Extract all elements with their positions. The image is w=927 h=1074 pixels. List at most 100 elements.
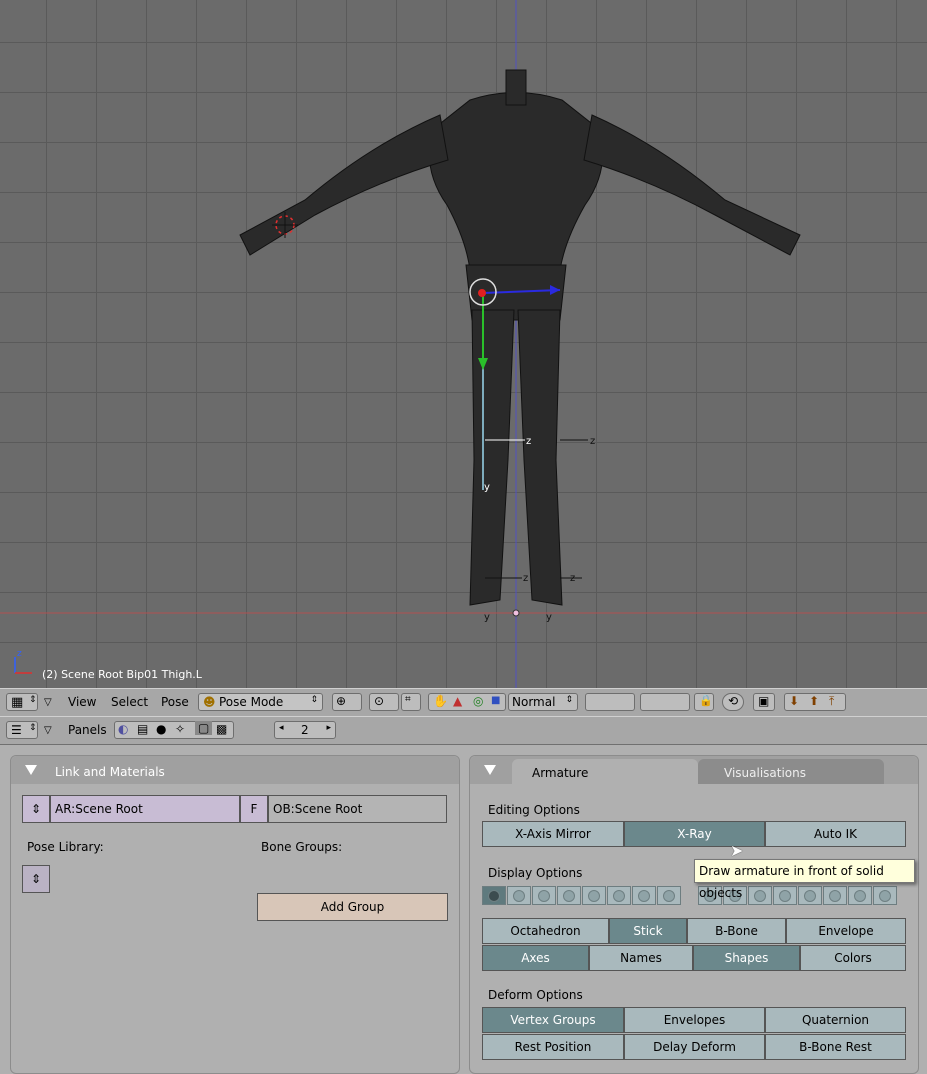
draw-octahedron-button[interactable]: Octahedron [482, 918, 609, 944]
lock-icon: 🔒 [699, 694, 713, 707]
editor-type-selector-buttons[interactable]: ☰ ⇕ [6, 721, 38, 739]
collapse-menu-icon[interactable]: ▽ [44, 721, 52, 740]
x-axis-mirror-button[interactable]: X-Axis Mirror [482, 821, 624, 847]
delay-deform-button[interactable]: Delay Deform [624, 1034, 765, 1060]
quaternion-button[interactable]: Quaternion [765, 1007, 906, 1033]
frame-value: 2 [301, 723, 309, 737]
object-name-field[interactable]: OB:Scene Root [268, 795, 447, 823]
layer-button[interactable] [532, 886, 556, 905]
tab-label: Armature [532, 766, 589, 780]
script-icon[interactable]: ▤ [137, 722, 148, 736]
scale-icon[interactable]: ◎ [473, 694, 483, 708]
menu-view[interactable]: View [68, 693, 96, 712]
pose-mode-icon: ☻ [203, 695, 216, 709]
axes-toggle[interactable]: Axes [482, 945, 589, 971]
object-icon[interactable]: ✧ [175, 722, 185, 736]
colors-toggle[interactable]: Colors [800, 945, 906, 971]
collapse-triangle-icon[interactable] [25, 765, 37, 775]
rest-position-button[interactable]: Rest Position [482, 1034, 624, 1060]
fake-user-button[interactable]: F [240, 795, 268, 823]
updown-icon: ⇕ [565, 695, 573, 705]
layer-button[interactable] [632, 886, 656, 905]
copy-pose-icon[interactable]: ⬇ [789, 694, 799, 708]
tab-armature[interactable]: Armature [512, 759, 698, 784]
display-options-label: Display Options [488, 866, 583, 880]
layer-button[interactable] [773, 886, 797, 905]
pivot-selector[interactable]: ⊙ [369, 693, 399, 711]
menu-select[interactable]: Select [111, 693, 148, 712]
menu-pose[interactable]: Pose [161, 693, 189, 712]
updown-icon: ⇕ [30, 872, 42, 886]
shading-icon[interactable]: ● [156, 722, 166, 736]
layer-button[interactable] [848, 886, 872, 905]
scene-icon[interactable]: ▩ [216, 722, 227, 736]
axis-label: y [484, 482, 490, 493]
frame-field[interactable]: ◂ 2 ▸ [274, 721, 336, 739]
layer-button[interactable] [657, 886, 681, 905]
mode-selector[interactable]: ☻ Pose Mode ⇕ [198, 693, 323, 711]
armature-browse-button[interactable]: ⇕ [22, 795, 50, 823]
snap-toggle[interactable]: ⟲ [722, 693, 744, 711]
axis-label: y [484, 612, 490, 623]
armature-name-field[interactable]: AR:Scene Root [50, 795, 240, 823]
lock-toggle[interactable]: 🔒 [694, 693, 714, 711]
panel-title-bar[interactable]: Link and Materials [11, 756, 459, 784]
rotate-icon[interactable]: ▲ [453, 694, 462, 708]
auto-ik-button[interactable]: Auto IK [765, 821, 906, 847]
paste-pose-icon[interactable]: ⬆ [809, 694, 819, 708]
layer-button[interactable] [557, 886, 581, 905]
pose-library-browse[interactable]: ⇕ [22, 865, 50, 893]
layer-button[interactable] [748, 886, 772, 905]
layers-left[interactable] [585, 693, 635, 711]
layers-right[interactable] [640, 693, 690, 711]
envelopes-button[interactable]: Envelopes [624, 1007, 765, 1033]
paste-flipped-icon[interactable]: ⤒ [829, 694, 834, 709]
render-toggle[interactable]: ▣ [753, 693, 775, 711]
editing-options-label: Editing Options [488, 803, 580, 817]
layer-button[interactable] [823, 886, 847, 905]
updown-icon: ⇕ [30, 802, 42, 816]
manipulator-toggle[interactable]: ⌗ [401, 693, 421, 711]
gizmo-center [478, 289, 486, 297]
axis-label: y [546, 612, 552, 623]
editor-type-selector[interactable]: ▦ ⇕ [6, 693, 38, 711]
layer-button[interactable] [507, 886, 531, 905]
axis-label: z [570, 573, 575, 584]
3d-viewport[interactable]: z z z z z y y y (2) Scene Root Bip01 Thi… [0, 0, 927, 688]
hand-icon[interactable]: ✋ [433, 694, 448, 708]
layer-button[interactable] [482, 886, 506, 905]
transform-orientation[interactable]: Normal ⇕ [508, 693, 578, 711]
layer-button[interactable] [607, 886, 631, 905]
mode-label: Pose Mode [219, 695, 284, 709]
layer-button[interactable] [582, 886, 606, 905]
arrow-left-icon: ◂ [279, 723, 284, 733]
logic-icon[interactable]: ◐ [118, 722, 128, 736]
scale-box-icon[interactable]: ■ [491, 695, 500, 706]
layer-button[interactable] [873, 886, 897, 905]
tab-label: Visualisations [724, 766, 807, 780]
vertex-groups-button[interactable]: Vertex Groups [482, 1007, 624, 1033]
panels-menu[interactable]: Panels [68, 721, 107, 740]
names-toggle[interactable]: Names [589, 945, 693, 971]
draw-envelope-button[interactable]: Envelope [786, 918, 906, 944]
x-ray-button[interactable]: X-Ray [624, 821, 765, 847]
editing-icon[interactable]: ▢ [195, 721, 213, 735]
draw-stick-button[interactable]: Stick [609, 918, 687, 944]
axis-label: z [526, 436, 531, 447]
draw-type-selector[interactable]: ⊕ [332, 693, 362, 711]
keyframe-tools: ⬇ ⬆ ⤒ [784, 693, 846, 711]
axis-label: z [17, 649, 22, 659]
collapse-menu-icon[interactable]: ▽ [44, 693, 52, 712]
layer-button[interactable] [798, 886, 822, 905]
magnet-icon: ⟲ [728, 694, 739, 708]
draw-bbone-button[interactable]: B-Bone [687, 918, 786, 944]
tab-visualisations[interactable]: Visualisations [698, 759, 884, 784]
add-group-button[interactable]: Add Group [257, 893, 448, 921]
deform-options-label: Deform Options [488, 988, 583, 1002]
shapes-toggle[interactable]: Shapes [693, 945, 800, 971]
bbone-rest-button[interactable]: B-Bone Rest [765, 1034, 906, 1060]
list-icon: ☰ [11, 723, 22, 737]
grid-icon: ▦ [11, 695, 24, 710]
image-icon: ▣ [758, 694, 770, 708]
collapse-triangle-icon[interactable] [484, 765, 496, 775]
